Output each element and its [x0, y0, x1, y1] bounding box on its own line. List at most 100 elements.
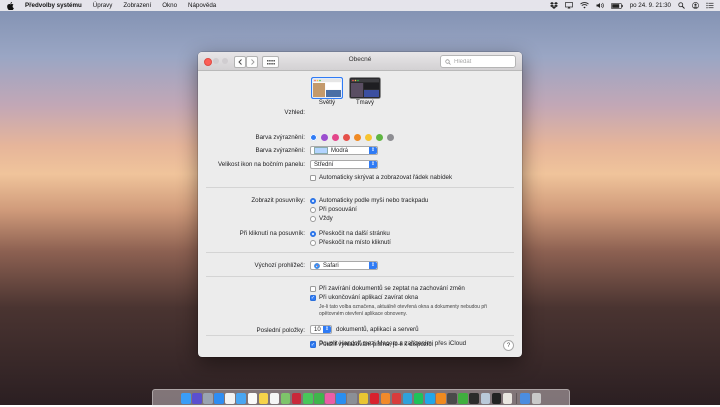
forward-button[interactable]: [246, 56, 258, 68]
close-window-button[interactable]: [204, 58, 212, 66]
photos-icon[interactable]: [225, 392, 235, 404]
checkbox-box: [310, 174, 316, 181]
photo-booth-icon[interactable]: [291, 392, 302, 404]
ask-keep-changes-checkbox[interactable]: Při zavírání dokumentů se zeptat na zach…: [310, 285, 465, 292]
click-scrollbar-option-next-page[interactable]: Přeskočit na další stránku: [310, 230, 390, 237]
firefox-icon[interactable]: [380, 392, 391, 404]
sidebar-icon-size-value: Střední: [314, 161, 334, 168]
battery-icon[interactable]: [610, 2, 623, 9]
menu-item-help[interactable]: Nápověda: [188, 2, 216, 9]
appearance-light-option[interactable]: Světlý: [310, 76, 344, 106]
vlc-icon[interactable]: [436, 392, 446, 404]
back-button[interactable]: [234, 56, 246, 68]
recent-items-popup[interactable]: 10 ⇕: [310, 325, 332, 334]
maps-icon[interactable]: [280, 392, 291, 404]
highlight-color-popup[interactable]: Modrá ⇕: [310, 146, 378, 155]
font-smoothing-checkbox[interactable]: ✓ Použít vyhlazování písma, je-li k disp…: [310, 341, 433, 348]
search-input[interactable]: [454, 58, 514, 65]
click-scrollbar-option-spot[interactable]: Přeskočit na místo kliknutí: [310, 239, 391, 246]
dropbox-icon[interactable]: [549, 2, 558, 9]
itunes-icon[interactable]: [325, 392, 335, 404]
opera-icon[interactable]: [369, 392, 380, 404]
system-preferences-icon[interactable]: [347, 392, 357, 404]
downloads-icon[interactable]: [520, 392, 530, 404]
calendar-icon[interactable]: [247, 392, 258, 404]
accent-color-swatch[interactable]: [310, 134, 317, 141]
accent-color-swatch[interactable]: [332, 134, 339, 141]
auto-hide-menu-checkbox[interactable]: Automaticky skrývat a zobrazovat řádek n…: [310, 174, 452, 181]
notes-icon[interactable]: [258, 392, 269, 404]
minimize-window-button[interactable]: [213, 58, 219, 64]
radio-label: Přeskočit na místo kliknutí: [319, 239, 391, 246]
spotify-icon[interactable]: [413, 392, 424, 404]
radio-label: Automaticky podle myši nebo trackpadu: [319, 197, 429, 204]
close-windows-checkbox[interactable]: ✓ Při ukončování aplikací zavírat okna: [310, 294, 418, 301]
messages-icon[interactable]: [303, 392, 313, 404]
checkmark-icon: ✓: [310, 341, 316, 348]
recent-items-suffix: dokumentů, aplikací a serverů: [336, 326, 419, 333]
terminal-icon[interactable]: [469, 392, 479, 404]
accent-color-swatch[interactable]: [365, 134, 372, 141]
menu-app-name[interactable]: Předvolby systému: [25, 2, 82, 9]
accent-color-swatch[interactable]: [354, 134, 361, 141]
skype-icon[interactable]: [425, 392, 435, 404]
default-browser-popup[interactable]: Safari ⇕: [310, 261, 378, 270]
radio-button: [310, 197, 316, 204]
dock: [152, 389, 570, 407]
user-icon[interactable]: [692, 2, 699, 9]
appearance-dark-option[interactable]: Tmavý: [348, 77, 382, 106]
sublime-icon[interactable]: [447, 392, 457, 404]
notification-center-icon[interactable]: [706, 2, 714, 9]
preview-icon[interactable]: [480, 392, 491, 404]
evernote-icon[interactable]: [458, 392, 468, 404]
help-button[interactable]: ?: [503, 340, 514, 351]
facetime-icon[interactable]: [314, 392, 324, 404]
radio-label: Vždy: [319, 215, 333, 222]
accent-color-swatch[interactable]: [376, 134, 383, 141]
highlight-color-label: Barva zvýraznění:: [255, 147, 305, 154]
zoom-window-button[interactable]: [222, 58, 228, 64]
accent-color-swatch[interactable]: [343, 134, 350, 141]
scrollbars-option-automatic[interactable]: Automaticky podle myši nebo trackpadu: [310, 197, 428, 204]
trash-icon[interactable]: [531, 392, 541, 404]
accent-color-swatch[interactable]: [321, 134, 328, 141]
wifi-icon[interactable]: [579, 2, 589, 9]
radio-button: [310, 239, 316, 246]
dark-appearance-thumbnail-icon: [349, 77, 381, 99]
cast-icon[interactable]: [564, 2, 573, 9]
search-field[interactable]: [440, 55, 516, 68]
chrome-icon[interactable]: [358, 392, 368, 404]
menu-item-view[interactable]: Zobrazení: [123, 2, 151, 9]
vivaldi-icon[interactable]: [391, 392, 402, 404]
siri-icon[interactable]: [192, 392, 202, 404]
apple-icon[interactable]: [7, 1, 14, 10]
launchpad-icon[interactable]: [203, 392, 213, 404]
accent-color-label: Barva zvýraznění:: [255, 134, 305, 141]
finder-icon[interactable]: [181, 392, 191, 404]
telegram-icon[interactable]: [402, 392, 413, 404]
scrollbars-option-always[interactable]: Vždy: [310, 215, 333, 222]
activity-monitor-icon[interactable]: [491, 392, 502, 404]
window-titlebar[interactable]: Obecné: [198, 52, 522, 71]
menu-item-edit[interactable]: Úpravy: [93, 2, 113, 9]
spotlight-icon[interactable]: [678, 2, 685, 9]
reminders-icon[interactable]: [269, 392, 280, 404]
default-browser-value: Safari: [323, 262, 339, 269]
light-appearance-thumbnail-icon: [310, 76, 344, 100]
mail-icon[interactable]: [236, 392, 246, 404]
font-smoothing-label: Použít vyhlazování písma, je-li k dispoz…: [319, 341, 433, 348]
accent-color-swatch[interactable]: [387, 134, 394, 141]
show-all-button[interactable]: [262, 56, 279, 68]
sidebar-icon-size-popup[interactable]: Střední ⇕: [310, 160, 378, 169]
safari-icon[interactable]: [214, 392, 224, 404]
highlight-color-value: Modrá: [331, 147, 349, 154]
app-store-icon[interactable]: [336, 392, 346, 404]
scrollbars-option-scrolling[interactable]: Při posouvání: [310, 206, 357, 213]
menu-clock[interactable]: po 24. 9. 21:30: [630, 2, 671, 9]
popup-arrows-icon: ⇕: [323, 326, 331, 333]
appearance-label: Vzhled:: [284, 109, 305, 116]
menu-item-window[interactable]: Okno: [162, 2, 177, 9]
textedit-icon[interactable]: [502, 392, 513, 404]
accent-color-swatches: [310, 134, 398, 141]
volume-icon[interactable]: [596, 2, 604, 9]
